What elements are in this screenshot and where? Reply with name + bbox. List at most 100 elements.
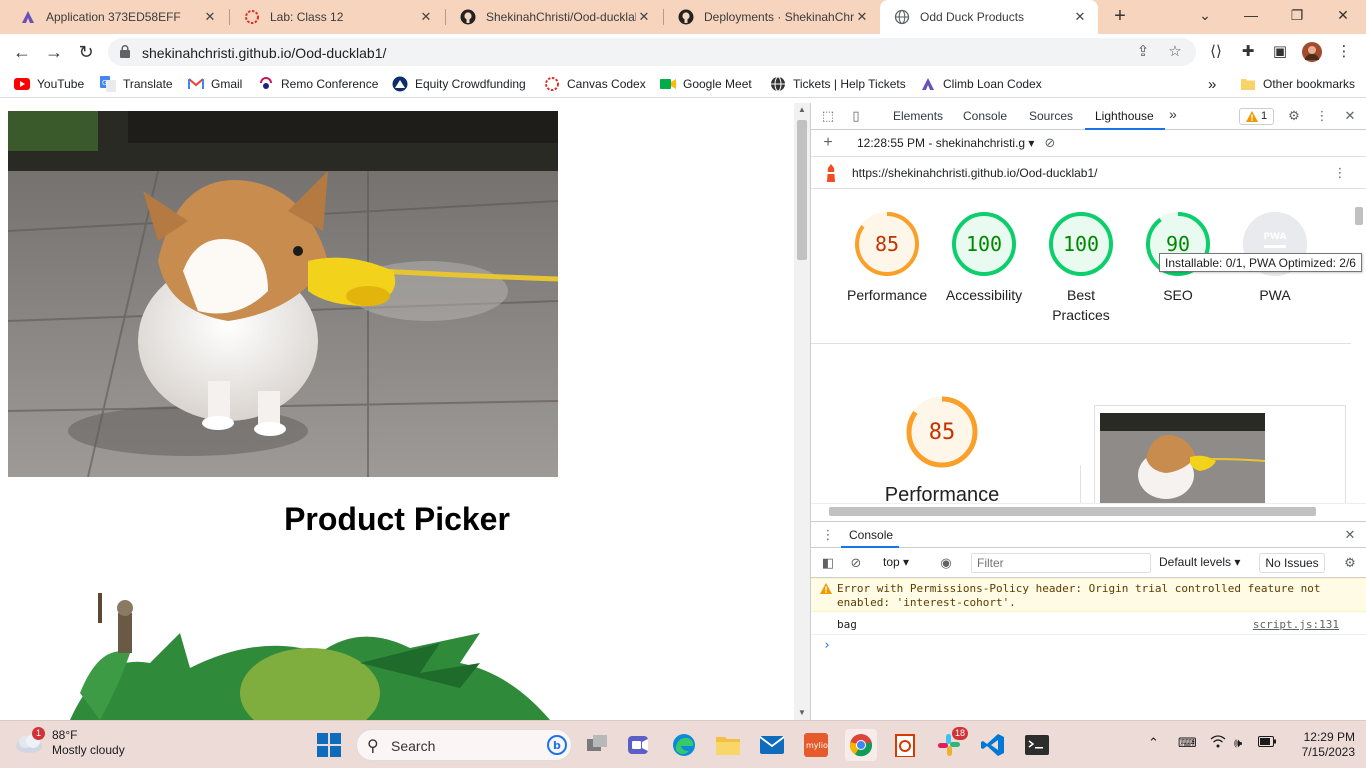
teams-icon[interactable] — [624, 729, 656, 761]
screenshot-thumbnail[interactable] — [1094, 405, 1346, 503]
browser-tab[interactable]: Deployments · ShekinahChris ✕ — [664, 0, 880, 34]
browser-tab[interactable]: Lab: Class 12 ✕ — [230, 0, 444, 34]
bookmark-equity[interactable]: Equity Crowdfunding — [392, 76, 526, 92]
extension-code-icon[interactable]: ⟨⟩ — [1206, 42, 1226, 62]
slack-icon[interactable]: 18 — [933, 727, 969, 761]
window-close-button[interactable]: ✕ — [1320, 0, 1366, 30]
extensions-puzzle-icon[interactable]: ✚ — [1238, 42, 1258, 62]
score-gauge-best-practices[interactable]: 100 Best Practices — [1041, 211, 1121, 325]
console-prompt[interactable]: › — [823, 638, 831, 653]
log-source-link[interactable]: script.js:131 — [1253, 618, 1339, 631]
context-select[interactable]: top ▾ — [883, 555, 909, 569]
bookmark-remo[interactable]: Remo Conference — [258, 76, 378, 92]
bookmark-translate[interactable]: G Translate — [100, 76, 173, 92]
tab-search-icon[interactable]: ⌄ — [1182, 0, 1228, 30]
more-bookmarks-button[interactable]: » — [1208, 76, 1216, 93]
new-tab-button[interactable]: + — [1108, 4, 1132, 28]
product-image-dragon[interactable] — [60, 593, 560, 720]
clear-console-icon[interactable]: ⊘ — [847, 554, 865, 572]
forward-button[interactable]: → — [42, 40, 66, 64]
menu-icon[interactable]: ⋮ — [1334, 42, 1354, 62]
more-tabs-icon[interactable]: » — [1169, 106, 1177, 122]
report-selector[interactable]: 12:28:55 PM - shekinahchristi.g ▾ — [857, 136, 1034, 150]
share-icon[interactable]: ⇪ — [1134, 43, 1152, 61]
close-icon[interactable]: ✕ — [854, 9, 870, 25]
browser-tab[interactable]: ShekinahChristi/Ood-ducklab ✕ — [446, 0, 662, 34]
console-log-message[interactable]: bag script.js:131 — [811, 613, 1366, 635]
score-gauge-accessibility[interactable]: 100 Accessibility — [944, 211, 1024, 305]
device-toolbar-icon[interactable]: ▯ — [847, 107, 865, 125]
report-scrollbar[interactable] — [1351, 189, 1366, 503]
report-horizontal-scrollbar[interactable] — [811, 503, 1366, 519]
side-panel-icon[interactable]: ▣ — [1270, 42, 1290, 62]
console-filter-input[interactable] — [971, 553, 1151, 573]
browser-tab-active[interactable]: Odd Duck Products ✕ — [880, 0, 1098, 34]
wifi-icon[interactable] — [1210, 735, 1226, 751]
scrollbar-thumb[interactable] — [797, 120, 807, 260]
terminal-icon[interactable] — [1021, 729, 1053, 761]
inspect-icon[interactable]: ⬚ — [819, 107, 837, 125]
start-button[interactable] — [313, 729, 345, 761]
other-bookmarks[interactable]: Other bookmarks — [1240, 76, 1355, 92]
mylio-icon[interactable]: mylio — [800, 729, 832, 761]
task-view-icon[interactable] — [582, 729, 614, 761]
tab-console[interactable]: Console — [963, 109, 1007, 123]
settings-gear-icon[interactable]: ⚙ — [1285, 107, 1303, 125]
battery-icon[interactable] — [1258, 735, 1276, 750]
close-icon[interactable]: ✕ — [1072, 9, 1088, 25]
report-menu-icon[interactable]: ⋮ — [1331, 164, 1349, 182]
keyboard-icon[interactable]: ⌨ — [1178, 735, 1197, 751]
bookmark-climb[interactable]: Climb Loan Codex — [920, 76, 1042, 92]
volume-icon[interactable]: 🕪 — [1234, 735, 1242, 751]
mail-icon[interactable] — [756, 729, 788, 761]
tab-lighthouse[interactable]: Lighthouse — [1095, 109, 1154, 123]
back-button[interactable]: ← — [10, 40, 34, 64]
scroll-up-icon[interactable]: ▲ — [794, 103, 810, 117]
warning-badge[interactable]: 1 — [1239, 108, 1275, 125]
office-icon[interactable] — [889, 729, 921, 761]
minimize-button[interactable]: — — [1228, 0, 1274, 30]
bookmark-canvas[interactable]: Canvas Codex — [544, 76, 646, 92]
close-icon[interactable]: ✕ — [418, 9, 434, 25]
chrome-icon[interactable] — [845, 729, 877, 761]
scrollbar-thumb[interactable] — [829, 507, 1316, 516]
score-gauge-performance[interactable]: 85 Performance — [847, 211, 927, 305]
devtools-close-icon[interactable]: ✕ — [1341, 107, 1359, 125]
avatar[interactable] — [1302, 42, 1322, 62]
devtools-menu-icon[interactable]: ⋮ — [1313, 107, 1331, 125]
close-icon[interactable]: ✕ — [636, 9, 652, 25]
restore-button[interactable]: ❐ — [1274, 0, 1320, 30]
tab-elements[interactable]: Elements — [893, 109, 943, 123]
close-icon[interactable]: ✕ — [202, 9, 218, 25]
drawer-close-icon[interactable]: ✕ — [1341, 526, 1359, 544]
console-settings-icon[interactable]: ⚙ — [1341, 554, 1359, 572]
console-warning-message[interactable]: Error with Permissions-Policy header: Or… — [811, 578, 1366, 612]
issues-button[interactable]: No Issues — [1259, 553, 1325, 573]
tray-overflow-icon[interactable]: ⌃ — [1148, 735, 1159, 751]
vscode-icon[interactable] — [977, 729, 1009, 761]
log-levels-select[interactable]: Default levels ▾ — [1159, 555, 1240, 569]
scroll-down-icon[interactable]: ▼ — [794, 706, 810, 720]
scrollbar-thumb[interactable] — [1355, 207, 1363, 225]
address-bar[interactable]: shekinahchristi.github.io/Ood-ducklab1/ … — [108, 38, 1196, 66]
file-explorer-icon[interactable] — [712, 729, 744, 761]
page-scrollbar[interactable]: ▲ ▼ — [794, 103, 810, 720]
product-image-dog-duck[interactable] — [8, 111, 558, 477]
bookmark-meet[interactable]: Google Meet — [660, 76, 752, 92]
bookmark-tickets[interactable]: Tickets | Help Tickets — [770, 76, 906, 92]
system-clock[interactable]: 12:29 PM 7/15/2023 — [1285, 730, 1355, 760]
drawer-tab-console[interactable]: Console — [849, 528, 893, 542]
reload-button[interactable]: ↻ — [74, 40, 98, 64]
bookmark-youtube[interactable]: YouTube — [14, 76, 84, 92]
sidebar-toggle-icon[interactable]: ◧ — [819, 554, 837, 572]
bookmark-gmail[interactable]: Gmail — [188, 76, 242, 92]
clear-icon[interactable]: ⊘ — [1041, 134, 1059, 152]
drawer-menu-icon[interactable]: ⋮ — [819, 526, 837, 544]
tab-sources[interactable]: Sources — [1029, 109, 1073, 123]
add-report-icon[interactable]: + — [819, 134, 837, 152]
weather-widget[interactable]: 1 88°F Mostly cloudy — [14, 727, 125, 758]
eye-icon[interactable]: ◉ — [937, 554, 955, 572]
browser-tab[interactable]: Application 373ED58EFF ✕ — [6, 0, 228, 34]
taskbar-search[interactable]: ⚲ Search b — [356, 729, 572, 761]
bookmark-star-icon[interactable]: ☆ — [1166, 43, 1184, 61]
